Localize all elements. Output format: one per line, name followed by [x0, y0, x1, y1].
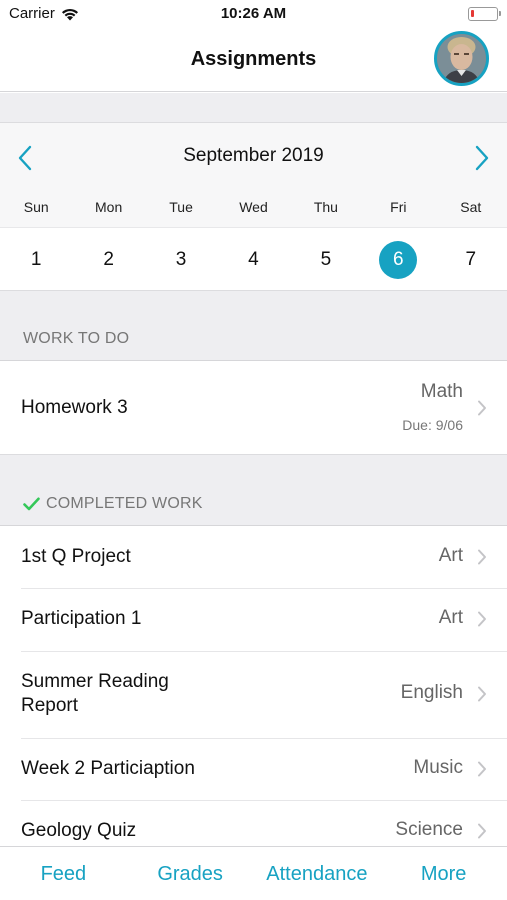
assignment-title-line: Summer Reading — [21, 671, 169, 692]
date-number: 6 — [379, 240, 418, 279]
assignment-due: Due: 9/06 — [402, 417, 463, 433]
weekday-label: Tue — [169, 199, 193, 215]
completed-row[interactable]: Geology Quiz Science — [0, 800, 507, 846]
section-heading: WORK TO DO — [23, 330, 129, 348]
status-time: 10:26 AM — [220, 5, 287, 22]
chevron-right-icon — [478, 400, 486, 416]
tab-bar: Feed Grades Attendance More — [0, 846, 507, 900]
header-spacer — [0, 93, 507, 122]
check-icon — [23, 497, 40, 511]
completed-row[interactable]: Summer Reading Report English — [0, 651, 507, 739]
assignment-title: Geology Quiz — [21, 820, 137, 841]
completed-row[interactable]: Participation 1 Art — [0, 588, 507, 652]
date-cell[interactable]: 3 — [145, 228, 217, 291]
assignment-title: Participation 1 — [21, 608, 142, 629]
work-to-do-heading: WORK TO DO — [23, 330, 130, 347]
weekday-label: Sat — [460, 199, 482, 215]
battery-icon — [468, 7, 501, 21]
page-title: Assignments — [190, 48, 317, 70]
date-number: 2 — [103, 248, 114, 270]
assignment-title: Summer Reading Report — [21, 670, 169, 718]
tab-more[interactable]: More — [380, 847, 507, 900]
assignment-title-line: Report — [21, 695, 79, 716]
weekday-row: Sun Mon Tue Wed Thu Fri Sat — [0, 199, 507, 219]
completed-work-list: 1st Q Project Art Participation 1 Art Su… — [0, 525, 507, 846]
next-week-button[interactable] — [468, 141, 496, 175]
tab-attendance[interactable]: Attendance — [254, 847, 381, 900]
weekday-label: Wed — [239, 199, 268, 215]
month-label: September 2019 — [183, 145, 324, 166]
tab-grades[interactable]: Grades — [127, 847, 254, 900]
week-calendar: September 2019 Sun Mon Tue Wed Thu Fri S… — [0, 122, 507, 291]
assignment-title: Week 2 Particiaption — [21, 758, 195, 779]
date-cell[interactable]: 4 — [217, 228, 289, 291]
work-to-do-list: Homework 3 Math Due: 9/06 — [0, 360, 507, 455]
chevron-right-icon — [478, 549, 486, 565]
assignment-subject: Music — [413, 757, 463, 778]
weekday-label: Mon — [95, 199, 123, 215]
completed-work-heading: COMPLETED WORK — [46, 495, 203, 512]
completed-row[interactable]: 1st Q Project Art — [0, 526, 507, 589]
chevron-right-icon — [478, 611, 486, 627]
chevron-right-icon — [478, 761, 486, 777]
assignment-subject: Art — [438, 545, 463, 566]
nav-bar: Assignments — [0, 28, 507, 92]
date-number: 7 — [465, 248, 477, 270]
section-heading: COMPLETED WORK — [23, 495, 203, 513]
chevron-right-icon — [478, 823, 486, 839]
battery-level — [471, 10, 474, 17]
calendar-header: September 2019 — [0, 123, 507, 189]
completed-row[interactable]: Week 2 Particiaption Music — [0, 738, 507, 801]
date-row: 1 2 3 4 5 6 7 — [0, 227, 507, 291]
weekday-label: Sun — [23, 199, 49, 215]
assignment-title: Homework 3 — [21, 397, 128, 418]
assignment-subject: English — [400, 682, 463, 703]
date-number: 5 — [320, 248, 332, 270]
work-to-do-header: WORK TO DO — [0, 290, 507, 360]
chevron-right-icon — [475, 145, 489, 171]
date-number: 3 — [175, 248, 187, 270]
date-number: 1 — [30, 248, 42, 270]
date-cell[interactable]: 5 — [290, 228, 362, 291]
status-bar: Carrier 10:26 AM — [0, 0, 507, 28]
assignment-subject: Art — [438, 607, 463, 628]
date-cell[interactable]: 1 — [0, 228, 72, 291]
assignment-title: 1st Q Project — [21, 546, 131, 567]
student-photo-avatar-icon — [437, 34, 486, 83]
date-cell[interactable]: 7 — [435, 228, 507, 291]
completed-work-header: COMPLETED WORK — [0, 454, 507, 525]
tab-feed[interactable]: Feed — [0, 847, 127, 900]
weekday-label: Fri — [390, 199, 407, 215]
assignment-row[interactable]: Homework 3 Math Due: 9/06 — [0, 361, 507, 455]
weekday-label: Thu — [313, 199, 338, 215]
assignment-subject: Science — [395, 819, 463, 840]
date-cell[interactable]: 2 — [72, 228, 144, 291]
date-number: 4 — [248, 248, 259, 270]
date-cell[interactable]: 6 — [362, 228, 434, 291]
assignment-subject: Math — [420, 381, 463, 402]
chevron-right-icon — [478, 686, 486, 702]
avatar[interactable] — [434, 31, 489, 86]
